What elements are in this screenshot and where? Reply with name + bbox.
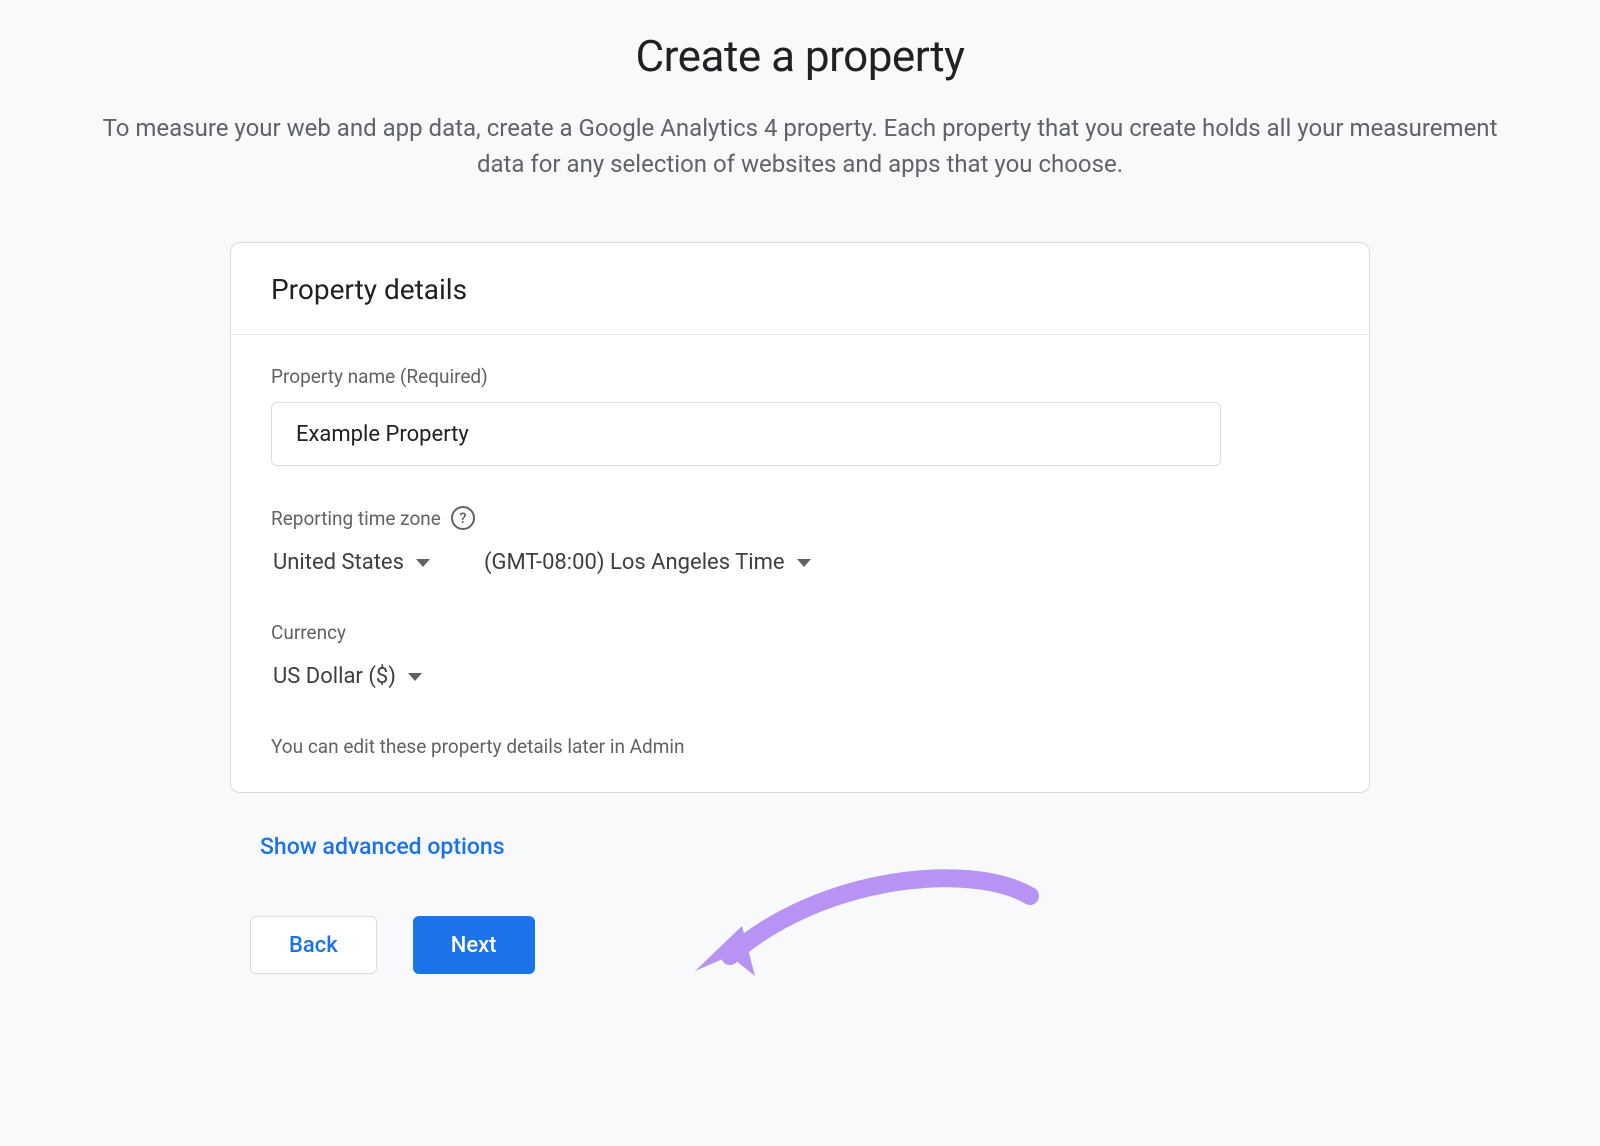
- caret-down-icon: [408, 673, 422, 681]
- card-header-title: Property details: [271, 273, 1329, 306]
- help-icon[interactable]: ?: [451, 506, 475, 530]
- currency-label: Currency: [271, 621, 1329, 644]
- page-description: To measure your web and app data, create…: [100, 110, 1500, 182]
- time-zone-group: Reporting time zone ? United States (GMT…: [271, 506, 1329, 581]
- timezone-dropdown[interactable]: (GMT-08:00) Los Angeles Time: [482, 544, 813, 581]
- time-zone-label: Reporting time zone: [271, 507, 441, 530]
- back-button[interactable]: Back: [250, 916, 377, 974]
- next-button[interactable]: Next: [413, 916, 535, 974]
- caret-down-icon: [797, 559, 811, 567]
- annotation-arrow-icon: [670, 866, 1050, 1006]
- timezone-dropdown-value: (GMT-08:00) Los Angeles Time: [484, 550, 785, 575]
- show-advanced-options-link[interactable]: Show advanced options: [260, 833, 505, 860]
- property-name-input[interactable]: [271, 402, 1221, 466]
- property-name-label: Property name (Required): [271, 365, 1329, 388]
- caret-down-icon: [416, 559, 430, 567]
- edit-later-hint: You can edit these property details late…: [271, 735, 1329, 758]
- country-dropdown-value: United States: [273, 550, 404, 575]
- currency-dropdown[interactable]: US Dollar ($): [271, 658, 424, 695]
- country-dropdown[interactable]: United States: [271, 544, 432, 581]
- currency-dropdown-value: US Dollar ($): [273, 664, 396, 689]
- property-name-group: Property name (Required): [271, 365, 1329, 466]
- property-details-card: Property details Property name (Required…: [230, 242, 1370, 793]
- page-title: Create a property: [100, 30, 1500, 82]
- currency-group: Currency US Dollar ($): [271, 621, 1329, 695]
